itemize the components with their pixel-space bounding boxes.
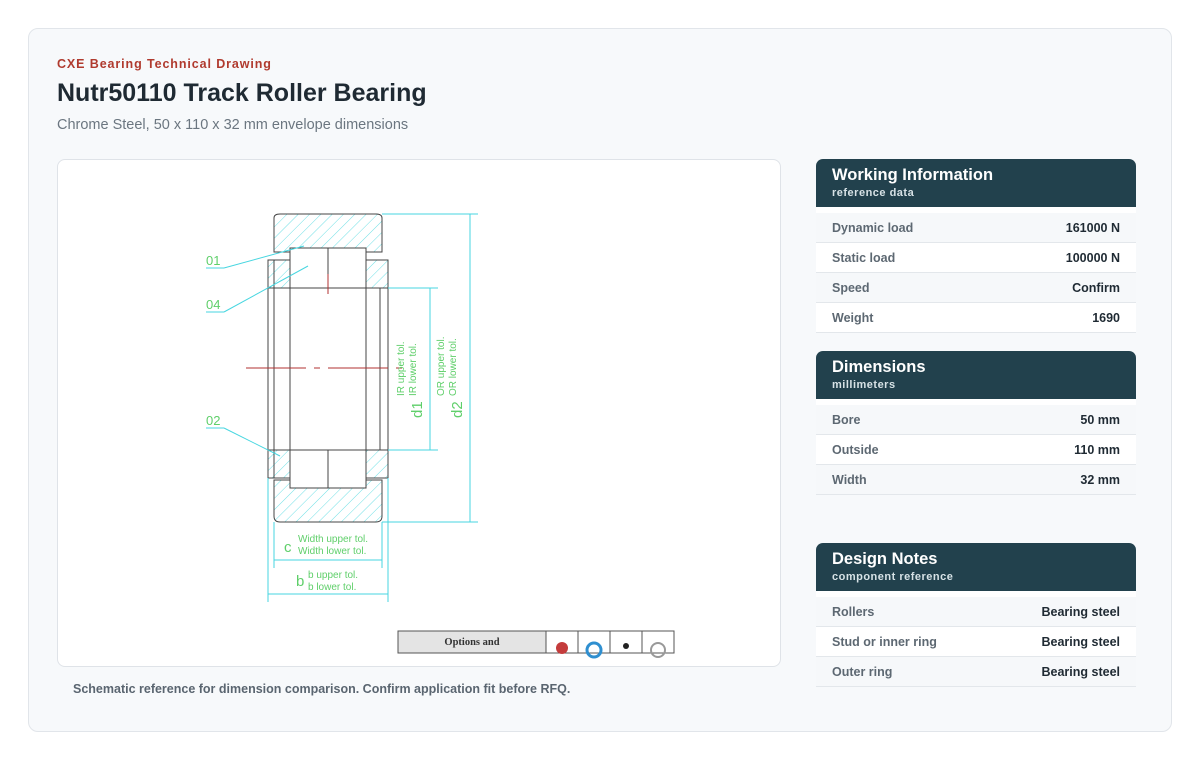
label-part-04: 04 xyxy=(206,297,220,312)
label-part-01: 01 xyxy=(206,253,220,268)
row-key: Width xyxy=(832,472,867,487)
label-b-lower: b lower tol. xyxy=(308,582,356,593)
table-row: Dynamic load 161000 N xyxy=(816,213,1136,243)
label-options: Options and xyxy=(444,637,499,648)
label-or-lower: OR lower tol. xyxy=(448,338,459,396)
table-row: Speed Confirm xyxy=(816,273,1136,303)
row-key: Weight xyxy=(832,310,874,325)
row-value: Bearing steel xyxy=(1041,634,1120,649)
label-or-upper: OR upper tol. xyxy=(436,337,447,396)
row-value: Confirm xyxy=(1072,280,1120,295)
drawing-caption: Schematic reference for dimension compar… xyxy=(73,682,571,696)
page-card: CXE Bearing Technical Drawing Nutr50110 … xyxy=(28,28,1172,732)
row-key: Outside xyxy=(832,442,879,457)
panel-title: Working Information xyxy=(832,166,994,184)
row-value: 100000 N xyxy=(1065,250,1120,265)
label-d2-group: d2 OR upper tol. OR lower tol. xyxy=(436,337,466,418)
eyebrow-label: CXE Bearing Technical Drawing xyxy=(57,57,272,71)
table-row: Bore 50 mm xyxy=(816,405,1136,435)
table-row: Rollers Bearing steel xyxy=(816,597,1136,627)
panel-title: Design Notes xyxy=(832,550,938,568)
row-key: Static load xyxy=(832,250,896,265)
row-value: Bearing steel xyxy=(1041,664,1120,679)
page-title: Nutr50110 Track Roller Bearing xyxy=(57,79,427,107)
row-value: Bearing steel xyxy=(1041,604,1120,619)
outer-ring-upper xyxy=(273,213,383,253)
label-d2: d2 xyxy=(449,401,466,418)
panel-working-information: Working Information reference data Dynam… xyxy=(816,159,1136,333)
table-row: Outer ring Bearing steel xyxy=(816,657,1136,687)
row-key: Rollers xyxy=(832,604,875,619)
table-row: Stud or inner ring Bearing steel xyxy=(816,627,1136,657)
row-value: 110 mm xyxy=(1074,442,1120,457)
table-row: Width 32 mm xyxy=(816,465,1136,495)
row-key: Outer ring xyxy=(832,664,893,679)
label-b-upper: b upper tol. xyxy=(308,570,358,581)
label-d1: d1 xyxy=(409,401,426,418)
label-width-upper: Width upper tol. xyxy=(298,534,368,545)
option-icon-red xyxy=(556,642,568,654)
table-row: Static load 100000 N xyxy=(816,243,1136,273)
panel-header: Design Notes component reference xyxy=(816,543,1136,591)
label-d1-group: d1 IR upper tol. IR lower tol. xyxy=(396,342,426,418)
label-b: b xyxy=(296,573,304,590)
label-part-02: 02 xyxy=(206,413,220,428)
panel-title: Dimensions xyxy=(832,358,926,376)
label-c: c xyxy=(284,539,292,556)
row-value: 1690 xyxy=(1092,310,1120,325)
page-subtitle: Chrome Steel, 50 x 110 x 32 mm envelope … xyxy=(57,117,409,133)
option-icon-person xyxy=(623,643,629,649)
bore-body xyxy=(267,287,389,451)
table-row: Outside 110 mm xyxy=(816,435,1136,465)
panel-subtitle: millimeters xyxy=(832,379,896,391)
panel-header: Working Information reference data xyxy=(816,159,1136,207)
label-ir-upper: IR upper tol. xyxy=(396,342,407,396)
label-ir-lower: IR lower tol. xyxy=(408,343,419,396)
technical-drawing: 01 04 02 d1 IR upper tol. IR lower tol. … xyxy=(57,159,781,667)
row-value: 161000 N xyxy=(1065,220,1120,235)
panel-design-notes: Design Notes component reference Rollers… xyxy=(816,543,1136,687)
panel-header: Dimensions millimeters xyxy=(816,351,1136,399)
row-value: 50 mm xyxy=(1080,412,1120,427)
panel-subtitle: reference data xyxy=(832,187,915,199)
panel-subtitle: component reference xyxy=(832,571,954,583)
row-key: Stud or inner ring xyxy=(832,634,937,649)
panel-dimensions: Dimensions millimeters Bore 50 mm Outside… xyxy=(816,351,1136,495)
drawing-canvas: 01 04 02 d1 IR upper tol. IR lower tol. … xyxy=(206,213,675,659)
row-key: Dynamic load xyxy=(832,220,914,235)
row-key: Speed xyxy=(832,280,870,295)
label-width-lower: Width lower tol. xyxy=(298,546,366,557)
row-value: 32 mm xyxy=(1080,472,1120,487)
table-row: Weight 1690 xyxy=(816,303,1136,333)
row-key: Bore xyxy=(832,412,861,427)
